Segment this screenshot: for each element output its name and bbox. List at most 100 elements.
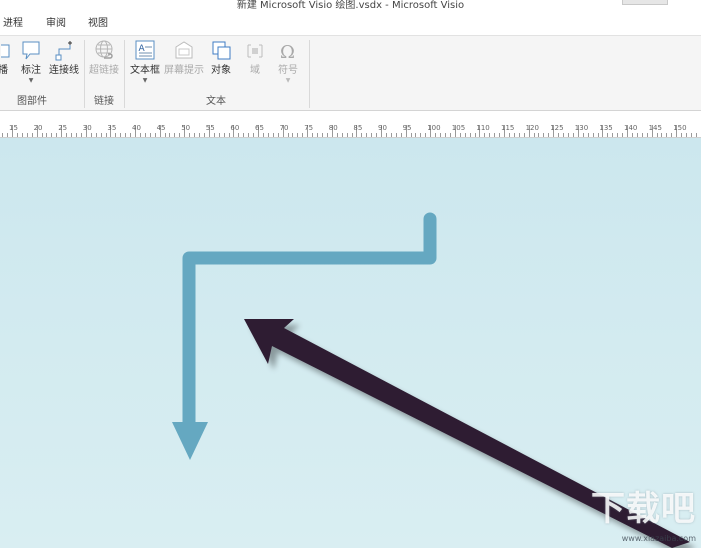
ruler-tick: [395, 133, 397, 137]
textbox-button-label: 文本框: [130, 65, 160, 76]
ruler-tick: [105, 133, 107, 137]
ruler-tick: [568, 133, 569, 137]
tab-view[interactable]: 视图: [88, 17, 108, 31]
hyperlink-button[interactable]: 超链接: [88, 39, 120, 77]
ruler-tick: [469, 133, 471, 137]
ruler-tick: [174, 133, 176, 137]
ruler-tick: [449, 133, 451, 137]
canvas-drawing: [172, 212, 690, 548]
ruler-label: 70: [279, 124, 289, 132]
ruler-tick: [139, 133, 141, 137]
ruler-tick: [661, 133, 663, 137]
textbox-button[interactable]: A 文本框 ▼: [128, 39, 162, 84]
callout-button[interactable]: 标注 ▼: [18, 39, 44, 84]
ruler-tick: [248, 133, 250, 137]
ruler-label: 85: [353, 124, 363, 132]
field-button[interactable]: 域: [242, 39, 268, 77]
screentip-button[interactable]: 屏幕提示: [163, 39, 205, 77]
ruler-label: 145: [648, 124, 662, 132]
object-button[interactable]: 对象: [208, 39, 234, 77]
drawing-canvas[interactable]: [0, 138, 701, 548]
ruler-tick: [346, 133, 348, 137]
ruler-tick: [26, 133, 28, 137]
ruler-tick: [410, 133, 412, 137]
ruler-label: 100: [427, 124, 441, 132]
globe-link-icon: [93, 39, 115, 63]
horizontal-ruler[interactable]: 15 20 25 30 35 40 45 50 55 60 65 70 75 80 85 90 95 100 105…: [0, 111, 701, 138]
connector-button[interactable]: 连接线: [47, 39, 81, 77]
ruler-tick: [415, 133, 417, 137]
ruler-tick: [425, 133, 427, 137]
connector-icon: [53, 39, 75, 63]
chevron-down-icon: ▼: [142, 77, 148, 84]
ruler-label: 110: [476, 124, 490, 132]
ruler-tick: [2, 133, 4, 137]
ruler-tick: [592, 133, 594, 137]
ruler-label: 80: [328, 124, 338, 132]
omega-icon: Ω: [277, 39, 299, 63]
chevron-down-icon: ▼: [285, 77, 291, 84]
ruler-label: 140: [624, 124, 638, 132]
ruler-tick: [499, 133, 501, 137]
ruler-tick: [390, 133, 392, 137]
ruler-tick: [494, 133, 496, 137]
ruler-tick: [543, 133, 545, 137]
ruler-tick: [95, 133, 97, 137]
ruler-label: 105: [451, 124, 466, 132]
partial-button[interactable]: 播: [0, 39, 10, 77]
ruler-tick: [154, 133, 156, 137]
field-icon: [244, 39, 266, 63]
ruler-label: 45: [156, 124, 166, 132]
watermark-text: 下载吧: [591, 489, 696, 529]
group-divider: [309, 40, 310, 108]
object-button-label: 对象: [211, 65, 231, 76]
screentip-button-label: 屏幕提示: [164, 65, 204, 76]
ruler-tick: [435, 133, 437, 137]
ruler-tick: [336, 133, 338, 137]
ruler-tick: [538, 133, 540, 137]
ruler-label: 40: [132, 124, 141, 132]
ruler-tick: [125, 133, 127, 137]
ruler-tick: [31, 133, 33, 137]
ruler-tick: [597, 133, 599, 137]
window-control-button[interactable]: [622, 0, 668, 5]
ruler-tick: [213, 133, 215, 137]
tab-review[interactable]: 审阅: [46, 17, 66, 31]
ruler-tick: [218, 133, 220, 137]
ruler-label: 65: [255, 124, 264, 132]
ruler-tick: [631, 133, 633, 137]
callout-icon: [20, 39, 42, 63]
ruler-tick: [572, 133, 574, 137]
ruler-tick: [312, 133, 314, 137]
ruler-tick: [90, 133, 92, 137]
ruler-tick: [76, 133, 77, 137]
ruler-tick: [297, 133, 299, 137]
ruler-tick: [326, 133, 328, 137]
ruler-tick: [21, 133, 23, 137]
watermark: 下载吧 www.xiazaiba.com: [560, 490, 700, 548]
hyperlink-button-label: 超链接: [89, 65, 119, 76]
textbox-icon: A: [134, 39, 156, 63]
ruler-tick: [420, 133, 422, 137]
ruler-label: 115: [501, 124, 515, 132]
ruler-label: 15: [9, 124, 18, 132]
group-label-links: 链接: [94, 96, 114, 107]
tab-process[interactable]: 进程: [3, 17, 23, 31]
field-button-label: 域: [250, 65, 260, 76]
group-divider: [84, 40, 85, 108]
group-label-diagram-parts: 图部件: [17, 96, 47, 107]
ruler-tick: [322, 133, 323, 137]
ribbon: 播 标注 ▼ 连接线 图部件 超链接 链接 A 文本框 ▼ 屏幕提示 对象 域 …: [0, 35, 701, 111]
ruler-tick: [513, 133, 515, 137]
ruler-tick: [130, 133, 132, 137]
ruler-label: 120: [525, 124, 539, 132]
callout-button-label: 标注: [21, 65, 41, 76]
symbol-button[interactable]: Ω 符号 ▼: [274, 39, 302, 84]
ruler-tick: [228, 133, 230, 137]
ruler-tick: [341, 133, 343, 137]
connector-arrowhead[interactable]: [172, 422, 208, 460]
ruler-tick: [558, 133, 560, 137]
ruler-tick: [445, 133, 446, 137]
ruler-tick: [533, 133, 535, 137]
ruler-tick: [489, 133, 491, 137]
